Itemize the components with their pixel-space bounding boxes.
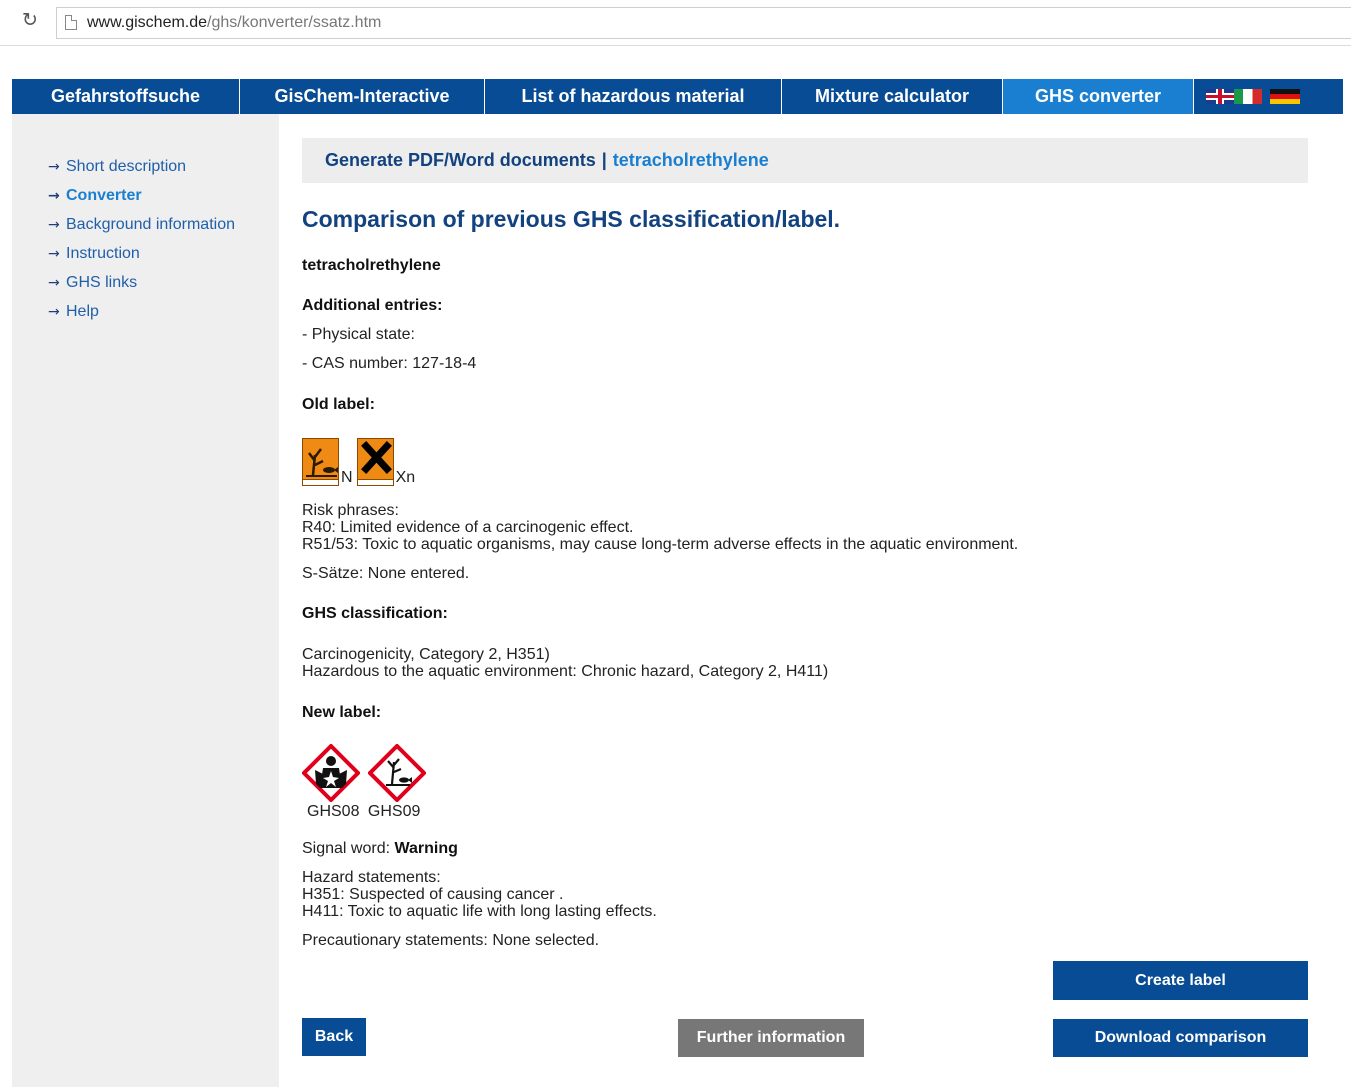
tab-gischem-interactive[interactable]: GisChem-Interactive xyxy=(240,79,485,114)
ghs-symbol-code: GHS08 xyxy=(307,803,360,820)
url-path: /ghs/konverter/ssatz.htm xyxy=(207,14,382,31)
symbol-caption-strip xyxy=(357,479,393,485)
hazard-statements: Hazard statements: H351: Suspected of ca… xyxy=(302,869,657,920)
arrow-right-icon: → xyxy=(48,158,60,175)
physical-state: - Physical state: xyxy=(302,326,415,343)
ghs-classification-line: Carcinogenicity, Category 2, H351) xyxy=(302,646,550,663)
substance-name: tetracholrethylene xyxy=(302,257,441,274)
dead-tree-fish-icon xyxy=(302,438,339,486)
sidebar-item-short-description[interactable]: → Short description xyxy=(48,152,235,181)
hazard-statement: H411: Toxic to aquatic life with long la… xyxy=(302,903,657,920)
sidebar-item-label: GHS links xyxy=(66,273,138,291)
sidebar-item-label: Short description xyxy=(66,157,187,175)
risk-phrases: Risk phrases: R40: Limited evidence of a… xyxy=(302,502,1018,553)
sidebar-item-label: Help xyxy=(66,302,99,320)
sidebar: → Short description → Converter → Backgroun… xyxy=(48,152,235,326)
page-title: Comparison of previous GHS classificatio… xyxy=(302,206,841,232)
risk-phrase: R40: Limited evidence of a carcinogenic … xyxy=(302,519,634,536)
tab-gefahrstoffsuche[interactable]: Gefahrstoffsuche xyxy=(12,79,240,114)
arrow-right-icon: → xyxy=(48,245,60,262)
sidebar-item-label: Background information xyxy=(66,215,235,233)
risk-phrase: R51/53: Toxic to aquatic organisms, may … xyxy=(302,536,1019,553)
cas-number: - CAS number: 127-18-4 xyxy=(302,355,477,372)
ghs-symbol-code: GHS09 xyxy=(367,803,421,820)
ghs-symbol-codes: GHS08 GHS09 xyxy=(307,803,420,821)
x-cross-icon xyxy=(356,438,394,486)
risk-phrases-heading: Risk phrases: xyxy=(302,502,399,519)
ghs-classification: Carcinogenicity, Category 2, H351) Hazar… xyxy=(302,646,828,680)
precautionary-statements: Precautionary statements: None selected. xyxy=(302,932,600,949)
hazard-statement: H351: Suspected of causing cancer . xyxy=(302,886,564,903)
tab-mixture-calculator[interactable]: Mixture calculator xyxy=(782,79,1003,114)
new-label-heading: New label: xyxy=(302,704,382,721)
health-hazard-drawing xyxy=(301,743,361,803)
section-header-separator: | xyxy=(601,150,607,170)
arrow-right-icon: → xyxy=(48,187,60,204)
section-header-title[interactable]: Generate PDF/Word documents xyxy=(325,150,596,171)
x-cross-drawing xyxy=(360,441,392,474)
health-hazard-icon xyxy=(301,743,361,803)
new-label-symbols xyxy=(301,743,434,803)
ghs-classification-heading: GHS classification: xyxy=(302,605,448,622)
tab-ghs-converter[interactable]: GHS converter xyxy=(1003,79,1194,114)
ghs-classification-line: Hazardous to the aquatic environment: Ch… xyxy=(302,663,829,680)
sidebar-item-converter[interactable]: → Converter xyxy=(48,181,235,210)
signal-word-label: Signal word: xyxy=(302,840,391,857)
page-icon xyxy=(65,15,77,30)
arrow-right-icon: → xyxy=(48,303,60,320)
tab-list-of-hazardous-material[interactable]: List of hazardous material xyxy=(485,79,782,114)
browser-address-bar: ↻ www.gischem.de/ghs/konverter/ssatz.htm xyxy=(0,0,1351,46)
download-comparison-button[interactable]: Download comparison xyxy=(1053,1019,1308,1057)
url-text: www.gischem.de/ghs/konverter/ssatz.htm xyxy=(87,14,381,32)
url-field[interactable]: www.gischem.de/ghs/konverter/ssatz.htm xyxy=(56,7,1351,39)
sidebar-item-ghs-links[interactable]: → GHS links xyxy=(48,268,235,297)
arrow-right-icon: → xyxy=(48,216,60,233)
top-navigation: Gefahrstoffsuche GisChem-Interactive Lis… xyxy=(12,79,1343,114)
environment-drawing xyxy=(367,743,427,803)
old-label-symbols: N Xn xyxy=(302,438,419,486)
sidebar-item-label: Converter xyxy=(66,186,142,204)
reload-icon[interactable]: ↻ xyxy=(22,9,38,31)
additional-entries-heading: Additional entries: xyxy=(302,297,443,314)
section-header: Generate PDF/Word documents | tetracholr… xyxy=(302,138,1308,183)
section-header-substance: tetracholrethylene xyxy=(612,150,769,170)
signal-word-line: Signal word: Warning xyxy=(302,840,458,858)
signal-word: Warning xyxy=(394,840,458,857)
sidebar-item-background-information[interactable]: → Background information xyxy=(48,210,235,239)
old-symbol-code: Xn xyxy=(395,469,416,486)
sidebar-item-help[interactable]: → Help xyxy=(48,297,235,326)
italy-flag-icon[interactable] xyxy=(1234,89,1262,104)
dead-tree-fish-drawing xyxy=(306,448,338,477)
back-button[interactable]: Back xyxy=(302,1018,366,1056)
further-information-button[interactable]: Further information xyxy=(678,1019,864,1057)
germany-flag-icon[interactable] xyxy=(1270,89,1300,104)
create-label-button[interactable]: Create label xyxy=(1053,961,1308,1000)
sidebar-item-instruction[interactable]: → Instruction xyxy=(48,239,235,268)
s-saetze: S-Sätze: None entered. xyxy=(302,565,470,582)
environment-icon xyxy=(367,743,427,803)
old-label-heading: Old label: xyxy=(302,396,375,413)
hazard-statements-heading: Hazard statements: xyxy=(302,869,441,886)
old-symbol-code: N xyxy=(341,469,353,486)
arrow-right-icon: → xyxy=(48,274,60,291)
symbol-caption-strip xyxy=(303,479,338,485)
sidebar-item-label: Instruction xyxy=(66,244,140,262)
language-flags xyxy=(1194,79,1300,114)
uk-flag-icon[interactable] xyxy=(1206,89,1234,104)
url-host: www.gischem.de xyxy=(87,14,208,31)
